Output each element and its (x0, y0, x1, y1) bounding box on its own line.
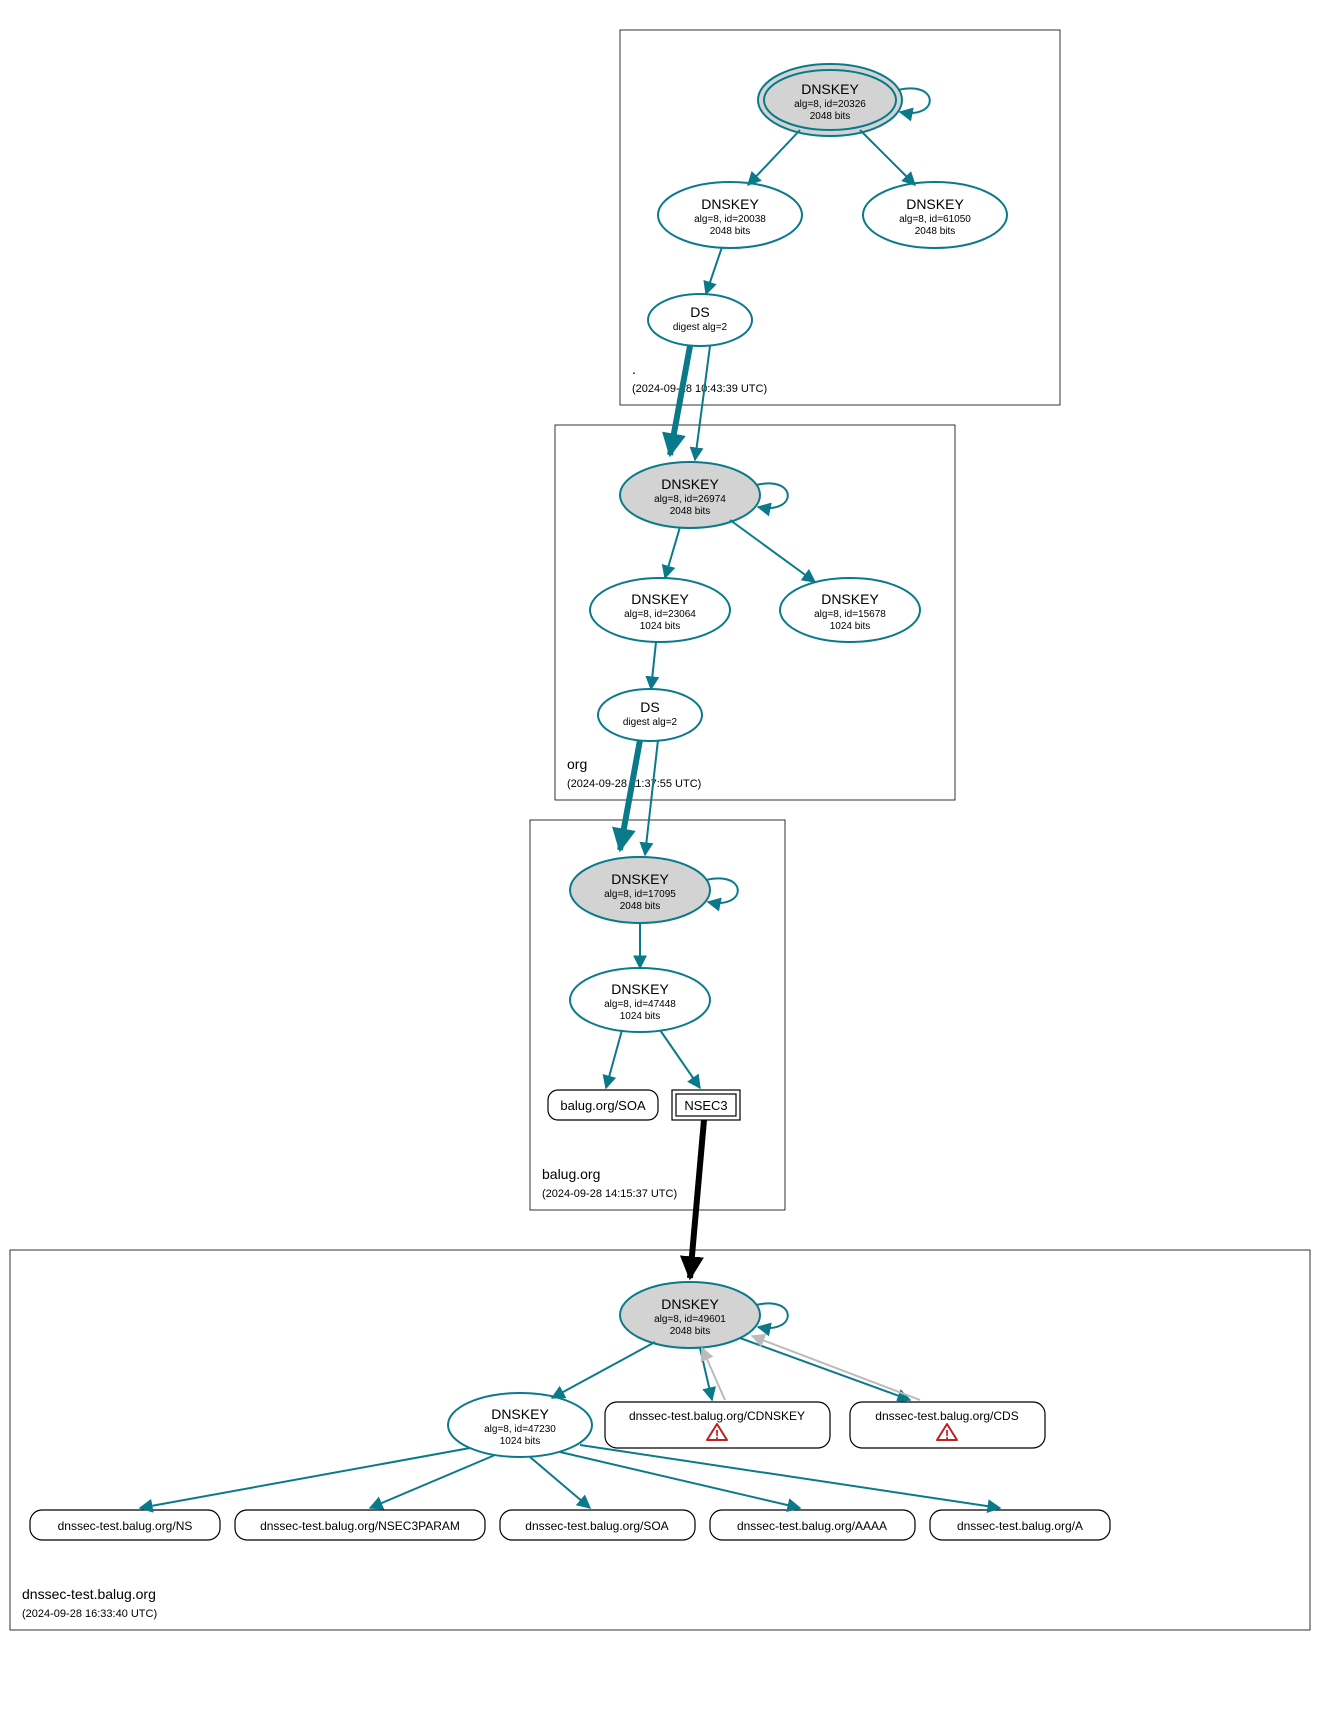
node-balug-ksk: DNSKEY alg=8, id=17095 2048 bits (570, 857, 710, 923)
edge-rootksk-zsk2 (860, 130, 915, 185)
svg-text:2048 bits: 2048 bits (670, 506, 711, 517)
svg-text:dnssec-test.balug.org/NS: dnssec-test.balug.org/NS (58, 1519, 193, 1533)
svg-text:alg=8, id=17095: alg=8, id=17095 (604, 889, 676, 900)
edge-balugnsec3-dtksk (690, 1120, 704, 1278)
node-org-ds: DS digest alg=2 (598, 689, 702, 741)
node-org-zsk-15678: DNSKEY alg=8, id=15678 1024 bits (780, 578, 920, 642)
svg-text:dnssec-test.balug.org/A: dnssec-test.balug.org/A (957, 1519, 1083, 1533)
zone-balug-time: (2024-09-28 14:15:37 UTC) (542, 1188, 677, 1200)
svg-text:alg=8, id=26974: alg=8, id=26974 (654, 494, 726, 505)
edge-rootds-orgksk-thick (670, 346, 690, 455)
svg-text:DNSKEY: DNSKEY (611, 871, 669, 887)
edge-rootds-orgksk (695, 346, 710, 460)
svg-text:alg=8, id=47448: alg=8, id=47448 (604, 999, 676, 1010)
rrset-dt-aaaa: dnssec-test.balug.org/AAAA (710, 1510, 915, 1540)
edge-rootksk-zsk1 (748, 130, 800, 185)
svg-text:DNSKEY: DNSKEY (631, 591, 689, 607)
zone-dnssectest-name: dnssec-test.balug.org (22, 1586, 156, 1602)
edge-dtksk-zsk (552, 1342, 655, 1398)
node-root-zsk-20038: DNSKEY alg=8, id=20038 2048 bits (658, 182, 802, 248)
edge-orgds-balugksk (645, 740, 658, 855)
node-root-zsk-61050: DNSKEY alg=8, id=61050 2048 bits (863, 182, 1007, 248)
svg-text:DNSKEY: DNSKEY (661, 476, 719, 492)
rrset-dt-cdnskey: dnssec-test.balug.org/CDNSKEY ! (605, 1402, 830, 1448)
zone-root-time: (2024-09-28 10:43:39 UTC) (632, 383, 767, 395)
node-dt-ksk: DNSKEY alg=8, id=49601 2048 bits (620, 1282, 760, 1348)
svg-text:DS: DS (640, 699, 659, 715)
svg-text:DNSKEY: DNSKEY (801, 81, 859, 97)
edge-orgzsk-ds (651, 642, 656, 689)
svg-text:NSEC3: NSEC3 (684, 1098, 727, 1113)
svg-text:1024 bits: 1024 bits (500, 1436, 541, 1447)
svg-text:dnssec-test.balug.org/AAAA: dnssec-test.balug.org/AAAA (737, 1519, 887, 1533)
svg-text:DNSKEY: DNSKEY (821, 591, 879, 607)
edge-orgds-balugksk-thick (620, 740, 640, 850)
svg-text:alg=8, id=20038: alg=8, id=20038 (694, 214, 766, 225)
svg-text:balug.org/SOA: balug.org/SOA (560, 1098, 646, 1113)
svg-text:DNSKEY: DNSKEY (701, 196, 759, 212)
edge-dtksk-cds (740, 1338, 910, 1400)
rrset-balug-nsec3: NSEC3 (672, 1090, 740, 1120)
svg-text:1024 bits: 1024 bits (620, 1011, 661, 1022)
zone-balug-name: balug.org (542, 1166, 600, 1182)
dnssec-auth-graph: . (2024-09-28 10:43:39 UTC) DNSKEY alg=8… (0, 0, 1321, 1717)
edge-balugzsk-nsec3 (660, 1030, 700, 1088)
svg-text:2048 bits: 2048 bits (670, 1326, 711, 1337)
node-balug-zsk: DNSKEY alg=8, id=47448 1024 bits (570, 968, 710, 1032)
edge-balugzsk-soa (606, 1030, 622, 1088)
svg-text:DNSKEY: DNSKEY (661, 1296, 719, 1312)
svg-text:alg=8, id=23064: alg=8, id=23064 (624, 609, 696, 620)
rrset-dt-ns: dnssec-test.balug.org/NS (30, 1510, 220, 1540)
rrset-balug-soa: balug.org/SOA (548, 1090, 658, 1120)
edge-dtzsk-soa (530, 1457, 590, 1508)
rrset-dt-a: dnssec-test.balug.org/A (930, 1510, 1110, 1540)
svg-text:digest alg=2: digest alg=2 (623, 717, 678, 728)
node-root-ds: DS digest alg=2 (648, 294, 752, 346)
node-org-zsk-23064: DNSKEY alg=8, id=23064 1024 bits (590, 578, 730, 642)
svg-text:alg=8, id=47230: alg=8, id=47230 (484, 1424, 556, 1435)
svg-text:DS: DS (690, 304, 709, 320)
svg-text:dnssec-test.balug.org/CDS: dnssec-test.balug.org/CDS (875, 1409, 1018, 1423)
svg-text:2048 bits: 2048 bits (915, 226, 956, 237)
zone-dnssectest-time: (2024-09-28 16:33:40 UTC) (22, 1608, 157, 1620)
rrset-dt-soa: dnssec-test.balug.org/SOA (500, 1510, 695, 1540)
svg-text:2048 bits: 2048 bits (710, 226, 751, 237)
svg-text:dnssec-test.balug.org/NSEC3PAR: dnssec-test.balug.org/NSEC3PARAM (260, 1519, 460, 1533)
svg-text:digest alg=2: digest alg=2 (673, 322, 728, 333)
svg-text:DNSKEY: DNSKEY (491, 1406, 549, 1422)
node-root-ksk: DNSKEY alg=8, id=20326 2048 bits (758, 64, 902, 136)
edge-rootzsk-ds (706, 247, 722, 294)
svg-text:2048 bits: 2048 bits (620, 901, 661, 912)
svg-text:2048 bits: 2048 bits (810, 111, 851, 122)
rrset-dt-nsec3param: dnssec-test.balug.org/NSEC3PARAM (235, 1510, 485, 1540)
svg-text:alg=8, id=49601: alg=8, id=49601 (654, 1314, 726, 1325)
svg-text:dnssec-test.balug.org/SOA: dnssec-test.balug.org/SOA (525, 1519, 668, 1533)
node-org-ksk: DNSKEY alg=8, id=26974 2048 bits (620, 462, 760, 528)
svg-text:alg=8, id=61050: alg=8, id=61050 (899, 214, 971, 225)
svg-text:alg=8, id=20326: alg=8, id=20326 (794, 99, 866, 110)
edge-orgksk-zsk2 (730, 520, 815, 582)
svg-text:DNSKEY: DNSKEY (906, 196, 964, 212)
svg-text:DNSKEY: DNSKEY (611, 981, 669, 997)
svg-text:alg=8, id=15678: alg=8, id=15678 (814, 609, 886, 620)
svg-text:dnssec-test.balug.org/CDNSKEY: dnssec-test.balug.org/CDNSKEY (629, 1409, 805, 1423)
svg-text:1024 bits: 1024 bits (640, 621, 681, 632)
edge-dtzsk-a (580, 1445, 1000, 1508)
rrset-dt-cds: dnssec-test.balug.org/CDS ! (850, 1402, 1045, 1448)
edge-orgksk-zsk1 (665, 527, 680, 578)
edge-dtzsk-ns (140, 1448, 470, 1508)
svg-text:!: ! (715, 1427, 719, 1442)
edge-cds-dtksk-gray (752, 1336, 920, 1400)
zone-org-name: org (567, 756, 587, 772)
zone-root-name: . (632, 361, 636, 377)
svg-text:1024 bits: 1024 bits (830, 621, 871, 632)
svg-text:!: ! (945, 1427, 949, 1442)
